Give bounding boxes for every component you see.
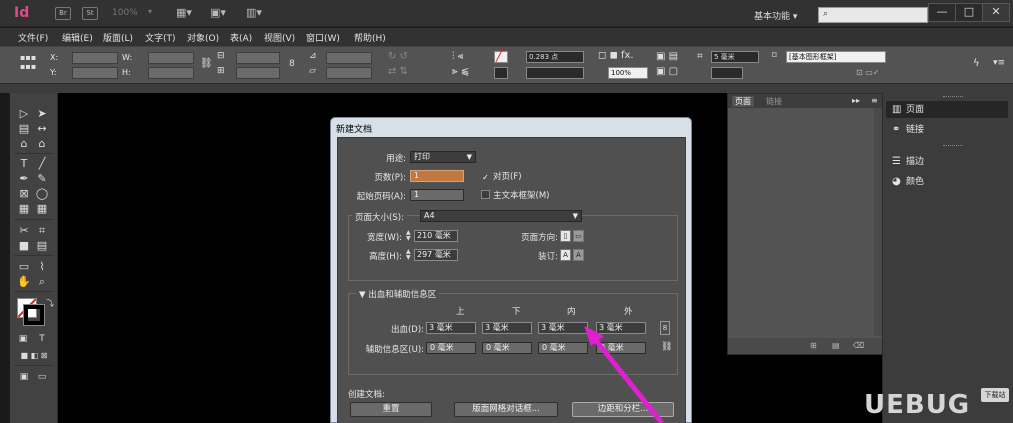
watermark-badge: 下载站 [981, 388, 1009, 402]
annotation-arrow [584, 326, 664, 423]
watermark-logo: UEBUG [864, 390, 971, 420]
